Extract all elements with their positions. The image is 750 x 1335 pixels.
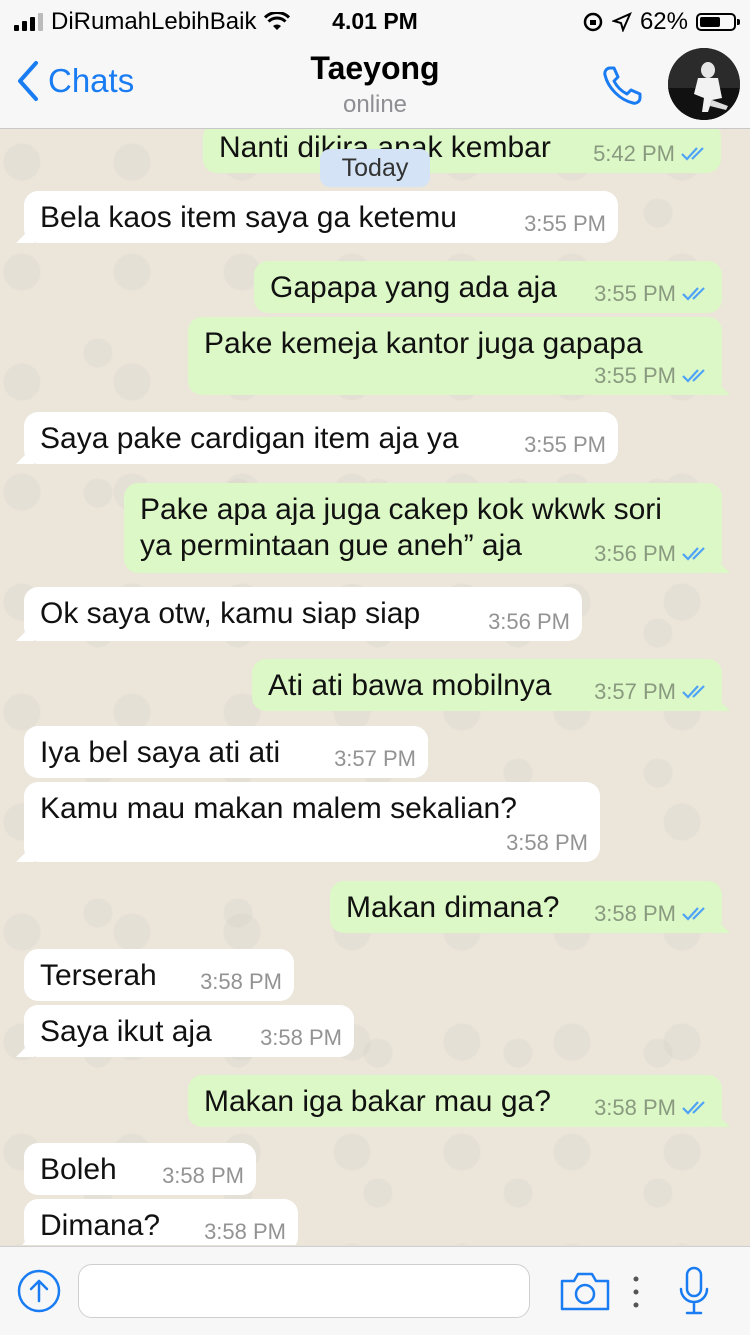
message-input[interactable] xyxy=(78,1264,530,1318)
message-meta: 3:57 PM xyxy=(594,679,710,705)
message-time: 3:55 PM xyxy=(594,363,676,388)
more-dots-icon[interactable] xyxy=(632,1275,640,1309)
camera-icon[interactable] xyxy=(558,1269,612,1313)
message-time: 5:42 PM xyxy=(593,141,675,166)
message-time: 3:56 PM xyxy=(488,609,570,635)
message-time: 3:55 PM xyxy=(594,281,676,306)
message-bubble-outgoing[interactable]: Makan dimana? 3:58 PM xyxy=(330,881,722,933)
message-time: 3:58 PM xyxy=(506,830,588,856)
message-time: 3:58 PM xyxy=(200,969,282,995)
chat-header: Chats Taeyong online xyxy=(0,40,750,129)
message-bubble-incoming[interactable]: Ok saya otw, kamu siap siap 3:56 PM xyxy=(24,587,582,641)
message-bubble-incoming[interactable]: Kamu mau makan malem sekalian? 3:58 PM xyxy=(24,782,600,862)
rotation-lock-icon xyxy=(583,12,603,32)
message-text: Pake kemeja kantor juga gapapa xyxy=(204,327,643,360)
message-time: 3:58 PM xyxy=(204,1219,286,1245)
read-ticks-icon xyxy=(681,147,704,161)
message-bubble-outgoing[interactable]: Ati ati bawa mobilnya 3:57 PM xyxy=(252,659,722,711)
message-time: 3:58 PM xyxy=(162,1163,244,1189)
read-ticks-icon xyxy=(682,907,705,921)
message-meta: 3:56 PM xyxy=(594,541,710,567)
message-text: Makan iga bakar mau ga? xyxy=(204,1085,551,1118)
message-bubble-outgoing[interactable]: Nanti dikira anak kembar 5:42 PM xyxy=(203,129,721,173)
message-time-text: 3:57 PM xyxy=(334,746,416,771)
message-time: 3:58 PM xyxy=(594,1095,676,1120)
message-bubble-outgoing[interactable]: Makan iga bakar mau ga? 3:58 PM xyxy=(188,1075,722,1127)
message-meta: 3:58 PM xyxy=(594,1095,710,1121)
message-time-text: 3:55 PM xyxy=(524,432,606,457)
message-time: 3:55 PM xyxy=(524,432,606,458)
message-time-text: 3:58 PM xyxy=(162,1163,244,1188)
composer-bar xyxy=(0,1246,750,1335)
message-text: Gapapa yang ada aja xyxy=(270,271,557,304)
status-bar: DiRumahLebihBaik 4.01 PM 62% xyxy=(0,0,750,40)
avatar[interactable] xyxy=(668,48,740,120)
message-text: Makan dimana? xyxy=(346,891,560,924)
message-bubble-incoming[interactable]: Terserah 3:58 PM xyxy=(24,949,294,1001)
message-time: 3:55 PM xyxy=(524,211,606,237)
message-meta: 5:42 PM xyxy=(593,141,709,167)
message-time: 3:58 PM xyxy=(594,901,676,926)
read-ticks-icon xyxy=(682,1101,705,1115)
message-bubble-incoming[interactable]: Saya ikut aja 3:58 PM xyxy=(24,1005,354,1057)
message-text: Bela kaos item saya ga ketemu xyxy=(40,201,457,234)
message-text-line-2: ya permintaan gue aneh” aja xyxy=(140,529,522,562)
message-time-text: 3:58 PM xyxy=(200,969,282,994)
location-icon xyxy=(611,12,632,32)
message-text: Saya pake cardigan item aja ya xyxy=(40,422,459,455)
message-text: Saya ikut aja xyxy=(40,1015,212,1048)
phone-icon[interactable] xyxy=(598,62,646,110)
message-time-text: 3:58 PM xyxy=(260,1025,342,1050)
message-text: Iya bel saya ati ati xyxy=(40,736,281,769)
battery-icon xyxy=(696,13,740,31)
read-ticks-icon xyxy=(682,547,705,561)
message-bubble-incoming[interactable]: Saya pake cardigan item aja ya 3:55 PM xyxy=(24,412,618,464)
message-time-text: 3:55 PM xyxy=(524,211,606,236)
message-bubble-outgoing[interactable]: Pake apa aja juga cakep kok wkwk sori ya… xyxy=(124,483,722,573)
message-bubble-outgoing[interactable]: Pake kemeja kantor juga gapapa 3:55 PM xyxy=(188,317,722,395)
message-text: Ok saya otw, kamu siap siap xyxy=(40,597,421,630)
battery-percent: 62% xyxy=(639,8,688,35)
message-time-text: 3:58 PM xyxy=(506,830,588,855)
message-meta: 3:55 PM xyxy=(594,281,710,307)
message-time-text: 3:58 PM xyxy=(204,1219,286,1244)
message-meta: 3:55 PM xyxy=(594,363,710,389)
date-divider: Today xyxy=(320,149,430,187)
message-text: Ati ati bawa mobilnya xyxy=(268,669,552,702)
status-right: 62% xyxy=(582,8,740,36)
message-text: Kamu mau makan malem sekalian? xyxy=(40,792,517,825)
message-bubble-incoming[interactable]: Boleh 3:58 PM xyxy=(24,1143,256,1195)
message-list[interactable]: Nanti dikira anak kembar 5:42 PM Today B… xyxy=(0,129,750,1245)
avatar-photo xyxy=(668,48,740,120)
message-text: Boleh xyxy=(40,1153,117,1186)
message-time: 3:57 PM xyxy=(594,679,676,704)
message-bubble-incoming[interactable]: Iya bel saya ati ati 3:57 PM xyxy=(24,726,428,778)
read-ticks-icon xyxy=(682,369,705,383)
message-bubble-incoming[interactable]: Bela kaos item saya ga ketemu 3:55 PM xyxy=(24,191,618,243)
message-text: Terserah xyxy=(40,959,157,992)
message-meta: 3:58 PM xyxy=(594,901,710,927)
message-time-text: 3:56 PM xyxy=(488,609,570,634)
message-bubble-outgoing[interactable]: Gapapa yang ada aja 3:55 PM xyxy=(254,261,722,313)
message-text: Dimana? xyxy=(40,1209,161,1242)
microphone-icon[interactable] xyxy=(676,1265,712,1317)
message-time: 3:58 PM xyxy=(260,1025,342,1051)
message-time: 3:56 PM xyxy=(594,541,676,566)
message-time: 3:57 PM xyxy=(334,746,416,772)
upload-icon[interactable] xyxy=(16,1268,62,1314)
message-text-line-1: Pake apa aja juga cakep kok wkwk sori xyxy=(140,493,662,526)
read-ticks-icon xyxy=(682,685,705,699)
message-bubble-incoming[interactable]: Dimana? 3:58 PM xyxy=(24,1199,298,1245)
read-ticks-icon xyxy=(682,287,705,301)
